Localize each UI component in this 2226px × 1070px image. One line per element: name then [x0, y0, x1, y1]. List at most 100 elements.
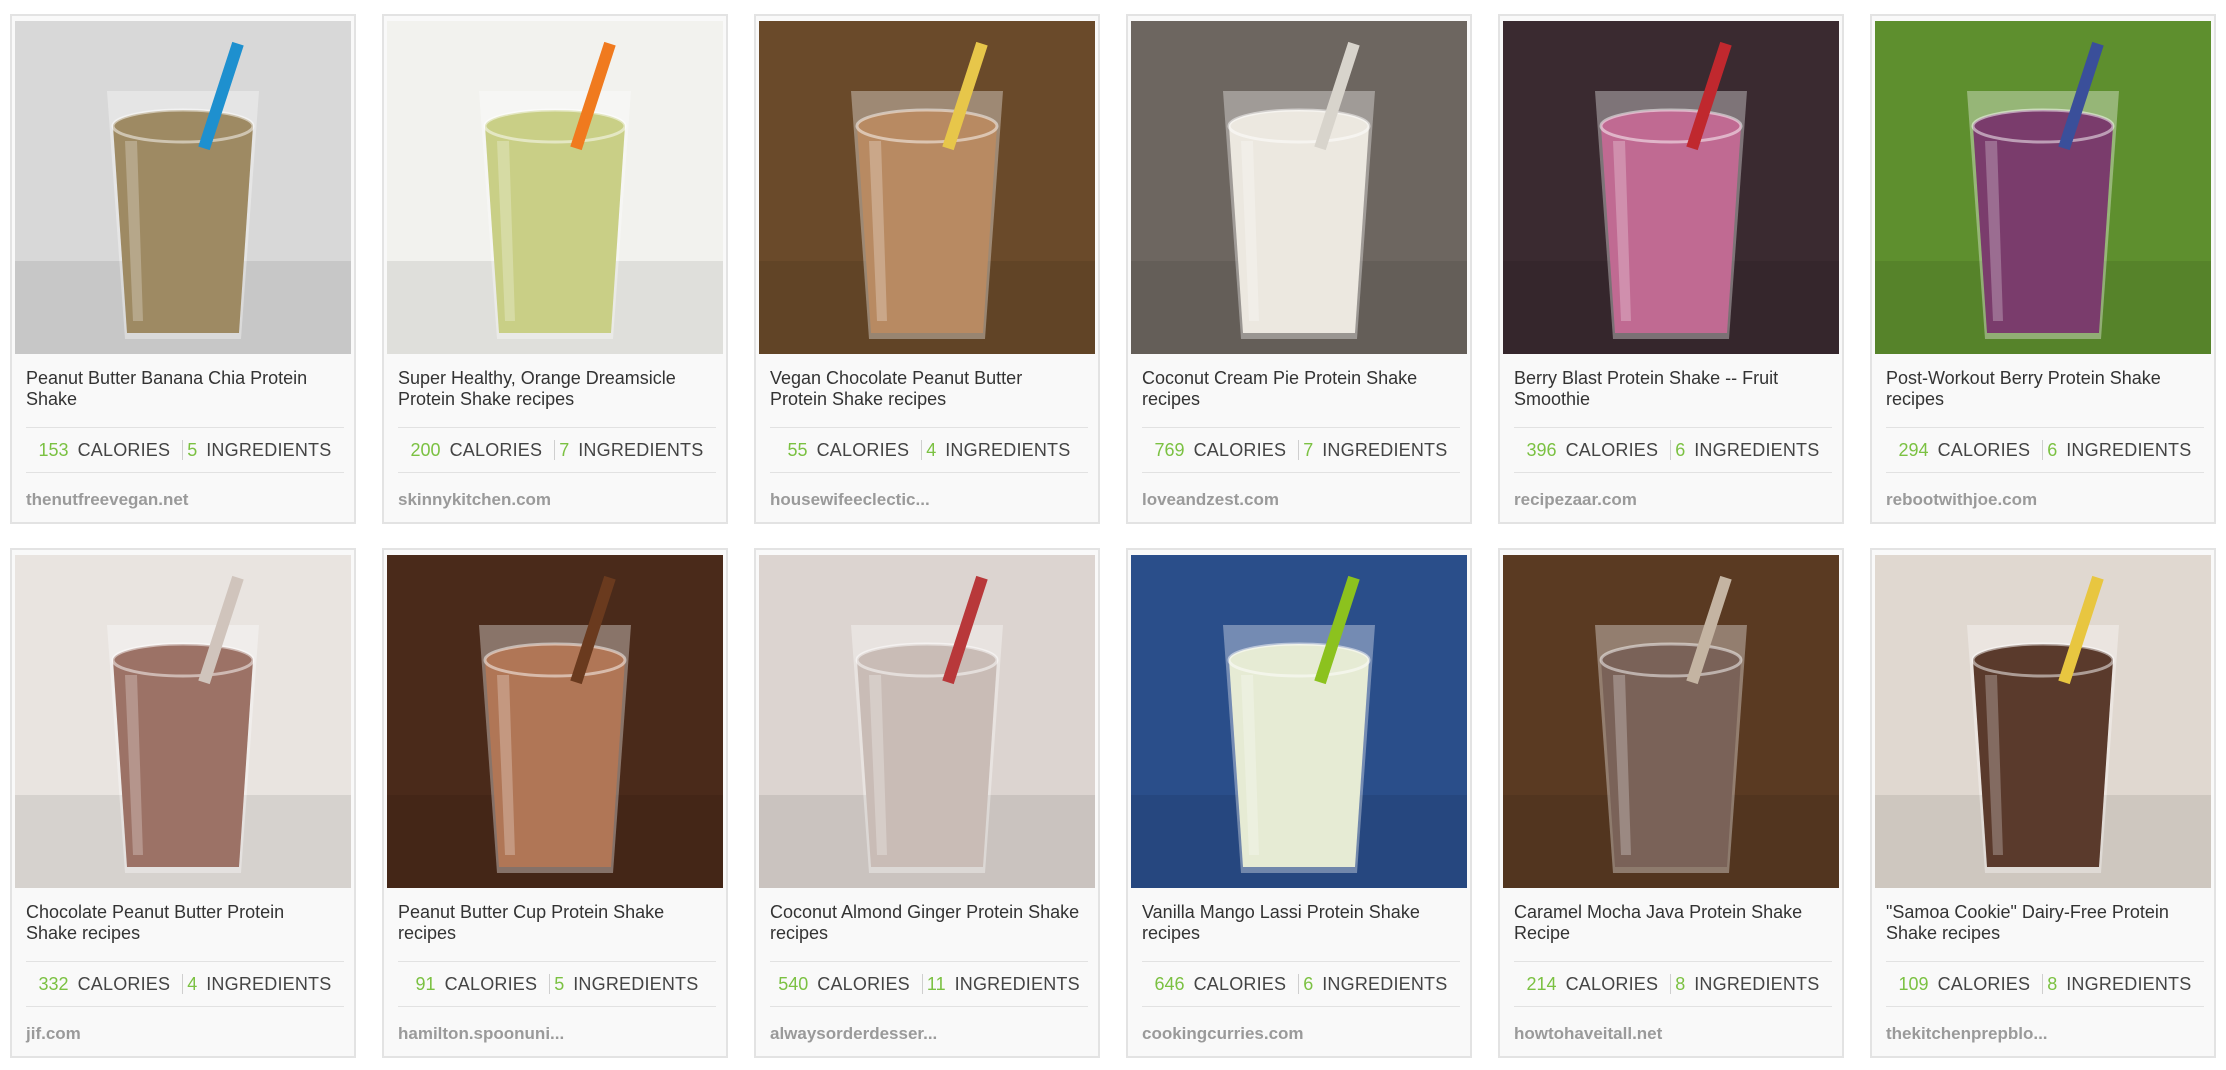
divider: [1142, 961, 1460, 962]
recipe-stats: 91 CALORIES 5 INGREDIENTS: [398, 972, 716, 996]
recipe-card[interactable]: Berry Blast Protein Shake -- Fruit Smoot…: [1498, 14, 1844, 524]
recipe-photo[interactable]: [387, 21, 723, 354]
recipe-photo[interactable]: [759, 555, 1095, 888]
recipe-source-link[interactable]: loveandzest.com: [1142, 490, 1279, 510]
recipe-stats: 396 CALORIES 6 INGREDIENTS: [1514, 438, 1832, 462]
divider: [1142, 427, 1460, 428]
divider: [1886, 427, 2204, 428]
ingredients-value: 6: [2047, 440, 2058, 460]
divider: [398, 961, 716, 962]
ingredients-value: 8: [1675, 974, 1686, 994]
recipe-title[interactable]: Peanut Butter Banana Chia Protein Shake: [26, 368, 336, 410]
stats-separator: [1298, 440, 1300, 460]
recipe-photo[interactable]: [1131, 21, 1467, 354]
recipe-card[interactable]: Peanut Butter Cup Protein Shake recipes 9…: [382, 548, 728, 1058]
ingredients-label: INGREDIENTS: [1322, 974, 1448, 994]
recipe-grid: Peanut Butter Banana Chia Protein Shake 1…: [10, 14, 2216, 1058]
recipe-title[interactable]: Peanut Butter Cup Protein Shake recipes: [398, 902, 708, 944]
recipe-stats: 55 CALORIES 4 INGREDIENTS: [770, 438, 1088, 462]
ingredients-value: 11: [926, 974, 946, 994]
recipe-title[interactable]: Vegan Chocolate Peanut Butter Protein Sh…: [770, 368, 1080, 410]
recipe-source-link[interactable]: howtohaveitall.net: [1514, 1024, 1662, 1044]
recipe-title[interactable]: Chocolate Peanut Butter Protein Shake re…: [26, 902, 336, 944]
recipe-photo[interactable]: [1875, 21, 2211, 354]
recipe-photo[interactable]: [1503, 21, 1839, 354]
calories-value: 109: [1898, 974, 1929, 994]
recipe-card[interactable]: Vegan Chocolate Peanut Butter Protein Sh…: [754, 14, 1100, 524]
stats-separator: [921, 974, 923, 994]
recipe-title[interactable]: Caramel Mocha Java Protein Shake Recipe: [1514, 902, 1824, 944]
recipe-stats: 769 CALORIES 7 INGREDIENTS: [1142, 438, 1460, 462]
recipe-source-link[interactable]: jif.com: [26, 1024, 81, 1044]
recipe-source-link[interactable]: recipezaar.com: [1514, 490, 1637, 510]
recipe-card[interactable]: Coconut Almond Ginger Protein Shake reci…: [754, 548, 1100, 1058]
recipe-title[interactable]: Coconut Cream Pie Protein Shake recipes: [1142, 368, 1452, 410]
divider: [1886, 961, 2204, 962]
ingredients-label: INGREDIENTS: [1694, 440, 1820, 460]
ingredients-value: 5: [187, 440, 198, 460]
ingredients-value: 4: [926, 440, 937, 460]
recipe-source-link[interactable]: thekitchenprepblo...: [1886, 1024, 2048, 1044]
recipe-card[interactable]: Coconut Cream Pie Protein Shake recipes 7…: [1126, 14, 1472, 524]
recipe-source-link[interactable]: alwaysorderdesser...: [770, 1024, 937, 1044]
stats-separator: [921, 440, 923, 460]
ingredients-value: 4: [187, 974, 198, 994]
smoothie-photo-icon: [15, 555, 351, 888]
smoothie-photo-icon: [1131, 21, 1467, 354]
ingredients-value: 5: [554, 974, 565, 994]
recipe-photo[interactable]: [15, 21, 351, 354]
divider: [398, 1006, 716, 1007]
recipe-photo[interactable]: [1131, 555, 1467, 888]
recipe-title[interactable]: Coconut Almond Ginger Protein Shake reci…: [770, 902, 1080, 944]
divider: [1514, 472, 1832, 473]
recipe-card[interactable]: Super Healthy, Orange Dreamsicle Protein…: [382, 14, 728, 524]
ingredients-value: 6: [1303, 974, 1314, 994]
recipe-card[interactable]: Vanilla Mango Lassi Protein Shake recipe…: [1126, 548, 1472, 1058]
calories-label: CALORIES: [444, 974, 538, 994]
recipe-stats: 109 CALORIES 8 INGREDIENTS: [1886, 972, 2204, 996]
recipe-card[interactable]: Post-Workout Berry Protein Shake recipes…: [1870, 14, 2216, 524]
recipe-card[interactable]: Chocolate Peanut Butter Protein Shake re…: [10, 548, 356, 1058]
ingredients-value: 7: [559, 440, 570, 460]
smoothie-photo-icon: [1131, 555, 1467, 888]
recipe-card[interactable]: Caramel Mocha Java Protein Shake Recipe 2…: [1498, 548, 1844, 1058]
recipe-photo[interactable]: [15, 555, 351, 888]
divider: [1142, 1006, 1460, 1007]
smoothie-photo-icon: [759, 21, 1095, 354]
smoothie-photo-icon: [759, 555, 1095, 888]
recipe-card[interactable]: "Samoa Cookie" Dairy-Free Protein Shake …: [1870, 548, 2216, 1058]
stats-separator: [2042, 440, 2044, 460]
recipe-title[interactable]: Super Healthy, Orange Dreamsicle Protein…: [398, 368, 708, 410]
recipe-photo[interactable]: [387, 555, 723, 888]
smoothie-photo-icon: [1503, 21, 1839, 354]
calories-label: CALORIES: [77, 974, 171, 994]
stats-separator: [1670, 974, 1672, 994]
recipe-source-link[interactable]: housewifeeclectic...: [770, 490, 930, 510]
calories-value: 294: [1898, 440, 1929, 460]
recipe-source-link[interactable]: cookingcurries.com: [1142, 1024, 1304, 1044]
divider: [398, 427, 716, 428]
stats-separator: [182, 440, 184, 460]
recipe-title[interactable]: Vanilla Mango Lassi Protein Shake recipe…: [1142, 902, 1452, 944]
divider: [770, 427, 1088, 428]
smoothie-photo-icon: [1875, 555, 2211, 888]
recipe-photo[interactable]: [1875, 555, 2211, 888]
divider: [770, 472, 1088, 473]
recipe-source-link[interactable]: thenutfreevegan.net: [26, 490, 188, 510]
recipe-title[interactable]: Post-Workout Berry Protein Shake recipes: [1886, 368, 2196, 410]
smoothie-photo-icon: [1875, 21, 2211, 354]
calories-label: CALORIES: [1565, 440, 1659, 460]
recipe-source-link[interactable]: hamilton.spoonuni...: [398, 1024, 564, 1044]
recipe-title[interactable]: "Samoa Cookie" Dairy-Free Protein Shake …: [1886, 902, 2196, 944]
recipe-source-link[interactable]: rebootwithjoe.com: [1886, 490, 2037, 510]
recipe-title[interactable]: Berry Blast Protein Shake -- Fruit Smoot…: [1514, 368, 1824, 410]
divider: [770, 1006, 1088, 1007]
calories-label: CALORIES: [1193, 440, 1287, 460]
recipe-photo[interactable]: [759, 21, 1095, 354]
divider: [1514, 961, 1832, 962]
recipe-photo[interactable]: [1503, 555, 1839, 888]
recipe-source-link[interactable]: skinnykitchen.com: [398, 490, 551, 510]
recipe-card[interactable]: Peanut Butter Banana Chia Protein Shake 1…: [10, 14, 356, 524]
ingredients-label: INGREDIENTS: [2066, 974, 2192, 994]
stats-separator: [2042, 974, 2044, 994]
